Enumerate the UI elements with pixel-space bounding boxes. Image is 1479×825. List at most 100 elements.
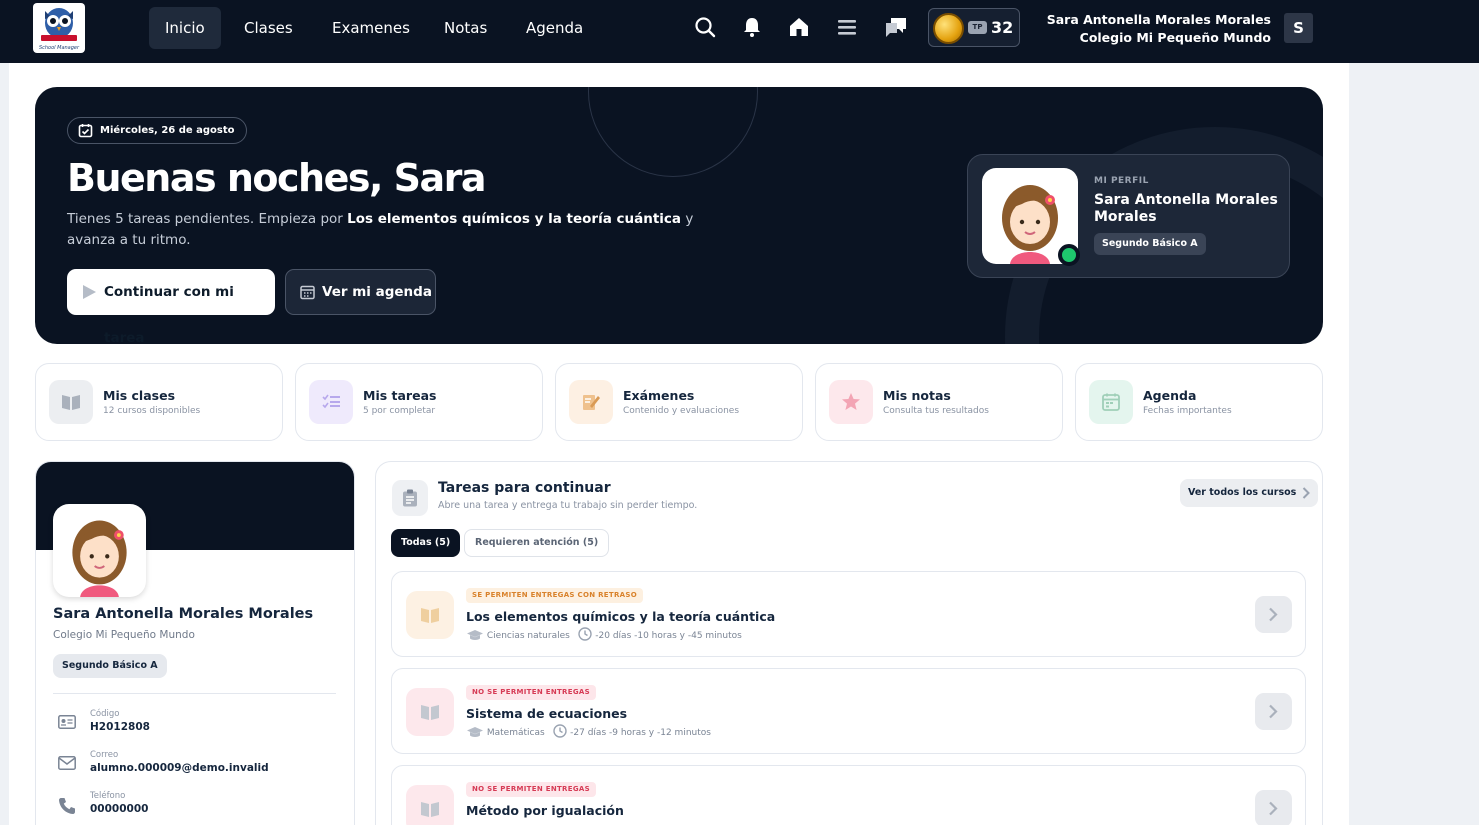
svg-text:School Manager: School Manager [39,45,80,51]
task-row[interactable]: NO SE PERMITEN ENTREGAS Método por igual… [391,765,1306,825]
see-all-courses-button[interactable]: Ver todos los cursos [1180,479,1319,507]
nav-clases[interactable]: Clases [228,7,309,49]
quick-card-mis-clases[interactable]: Mis clases 12 cursos disponibles [35,363,283,441]
quick-icon-bg [1089,380,1133,424]
book-icon [421,705,439,720]
quick-icon-bg [49,380,93,424]
continue-task-button[interactable]: Continuar con mi tarea [67,269,275,344]
profile-card[interactable]: MI PERFIL Sara Antonella Morales Morales… [967,154,1290,278]
info-row-phone: Teléfono 00000000 [53,791,343,825]
search-icon[interactable] [693,15,717,39]
task-icon-bg [406,688,454,736]
user-avatar[interactable]: S [1284,13,1313,43]
points-widget[interactable]: TP 32 [928,8,1020,47]
task-status-badge: NO SE PERMITEN ENTREGAS [466,685,596,700]
quick-icon-bg [309,380,353,424]
quick-card-mis-tareas[interactable]: Mis tareas 5 por completar [295,363,543,441]
checklist-icon [322,394,340,409]
task-name: Método por igualación [466,803,624,818]
tp-badge: TP [968,21,987,34]
see-all-label: Ver todos los cursos [1188,487,1297,498]
student-school: Colegio Mi Pequeño Mundo [53,629,195,641]
points-count: 32 [991,18,1014,37]
code-label: Código [90,709,120,719]
school-manager-logo[interactable]: School Manager [33,3,85,53]
task-icon-bg [406,785,454,825]
tasks-title: Tareas para continuar [438,480,611,496]
info-row-code: Código H2012808 [53,709,343,745]
student-name: Sara Antonella Morales Morales [53,606,314,622]
open-task-button[interactable] [1255,693,1292,730]
user-info[interactable]: Sara Antonella Morales Morales Colegio M… [1047,11,1271,47]
profile-name: Sara Antonella Morales Morales [1094,192,1278,225]
book-icon [421,608,439,623]
user-school: Colegio Mi Pequeño Mundo [1079,30,1271,45]
online-status-dot [1058,244,1080,266]
quick-icon-bg [829,380,873,424]
bell-icon[interactable] [740,15,764,39]
subtitle-task-highlight: Los elementos químicos y la teoría cuánt… [347,211,682,227]
hero-banner: Miércoles, 26 de agosto Buenas noches, S… [35,87,1323,344]
quick-card-title: Mis clases [103,388,176,403]
task-row[interactable]: SE PERMITEN ENTREGAS CON RETRASO Los ele… [391,571,1306,657]
phone-value: 00000000 [90,803,149,815]
greeting-subtitle: Tienes 5 tareas pendientes. Empieza por … [67,209,737,251]
code-value: H2012808 [90,721,150,733]
student-card: Sara Antonella Morales Morales Colegio M… [35,461,355,825]
menu-icon[interactable] [835,15,859,39]
date-chip: Miércoles, 26 de agosto [67,117,247,144]
view-agenda-button[interactable]: Ver mi agenda [285,269,436,315]
subtitle-text: Tienes 5 tareas pendientes. Empieza por [67,211,348,227]
chevron-right-icon [1269,801,1278,816]
phone-label: Teléfono [90,791,126,801]
task-icon-bg [406,591,454,639]
task-time: -20 días -10 horas y -45 minutos [595,631,742,641]
nav-examenes[interactable]: Examenes [316,7,426,49]
play-icon [83,285,96,299]
exam-icon [583,395,600,410]
chevron-right-icon [1269,607,1278,622]
quick-card-mis-notas[interactable]: Mis notas Consulta tus resultados [815,363,1063,441]
chevron-right-icon [1303,487,1311,499]
info-row-email: Correo alumno.000009@demo.invalid [53,750,343,786]
quick-card-title: Mis tareas [363,388,437,403]
quick-card-subtitle: Contenido y evaluaciones [623,406,740,416]
email-value[interactable]: alumno.000009@demo.invalid [90,762,269,774]
star-icon [842,393,860,410]
chevron-right-icon [1269,704,1278,719]
profile-grade-badge: Segundo Básico A [1094,233,1206,255]
calendar-icon [1102,393,1120,411]
quick-card-subtitle: Consulta tus resultados [883,406,989,416]
user-name: Sara Antonella Morales Morales [1046,12,1271,27]
quick-card-subtitle: Fechas importantes [1143,406,1232,416]
email-label: Correo [90,750,119,760]
divider [53,693,336,694]
tab-needs-attention[interactable]: Requieren atención (5) [464,529,610,557]
chat-icon[interactable] [883,15,909,39]
nav-notas[interactable]: Notas [428,7,503,49]
home-icon[interactable] [787,15,811,39]
tab-all[interactable]: Todas (5) [391,529,461,557]
nav-inicio[interactable]: Inicio [149,7,221,49]
quick-card-examenes[interactable]: Exámenes Contenido y evaluaciones [555,363,803,441]
calendar-icon [300,285,315,300]
task-row[interactable]: NO SE PERMITEN ENTREGAS Sistema de ecuac… [391,668,1306,754]
quick-card-title: Mis notas [883,388,951,403]
graduation-cap-icon [467,630,483,640]
id-card-icon [58,715,76,729]
open-task-button[interactable] [1255,596,1292,633]
clipboard-icon [403,489,417,507]
top-navbar: School Manager Inicio Clases Examenes No… [0,0,1479,63]
current-date: Miércoles, 26 de agosto [100,125,235,136]
greeting-title: Buenas noches, Sara [67,156,487,200]
task-subject: Matemáticas [486,728,545,738]
open-task-button[interactable] [1255,790,1292,825]
clock-icon [553,724,567,738]
coin-icon [933,13,964,44]
quick-card-agenda[interactable]: Agenda Fechas importantes [1075,363,1323,441]
task-status-badge: NO SE PERMITEN ENTREGAS [466,782,596,797]
student-avatar [53,504,146,597]
task-meta: Matemáticas -27 días -9 horas y -12 minu… [466,724,711,738]
task-name: Los elementos químicos y la teoría cuánt… [466,609,776,624]
nav-agenda[interactable]: Agenda [510,7,599,49]
